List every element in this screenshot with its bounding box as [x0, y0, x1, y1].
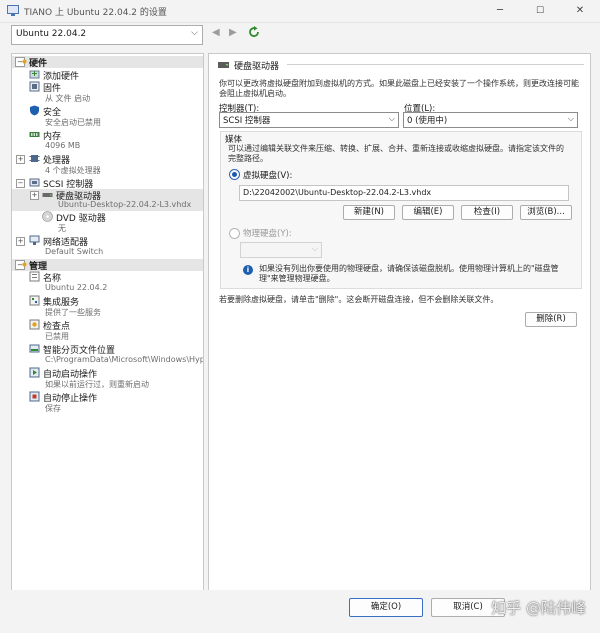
vhd-path-value: D:\22042002\Ubuntu-Desktop-22.04.2-L3.vh…	[243, 188, 432, 197]
collapse-icon[interactable]: −	[16, 179, 25, 188]
star-icon	[22, 59, 27, 64]
edit-button[interactable]: 编辑(E)	[402, 205, 454, 220]
name-icon	[29, 271, 40, 282]
section-management[interactable]: − 管理	[12, 259, 203, 272]
hyperv-app-icon	[7, 5, 19, 16]
tree-item-sub: C:\ProgramData\Microsoft\Windows\Hyper-V	[45, 355, 204, 364]
ok-button[interactable]: 确定(O)	[349, 598, 423, 617]
network-adapter-icon	[29, 235, 40, 245]
media-description: 可以通过编辑关联文件来压缩、转换、扩展、合并、重新连接或收缩虚拟硬盘。请指定该文…	[228, 144, 564, 163]
vhd-path-input[interactable]: D:\22042002\Ubuntu-Desktop-22.04.2-L3.vh…	[239, 185, 569, 201]
remove-button[interactable]: 删除(R)	[525, 312, 577, 327]
location-value: 0 (使用中)	[407, 116, 448, 126]
scsi-controller-icon	[29, 178, 40, 187]
tree-item-network[interactable]: + 网络适配器 Default Switch	[12, 235, 203, 259]
remove-note: 若要删除虚拟硬盘，请单击"删除"。这会断开磁盘连接，但不会删除关联文件。	[219, 295, 499, 304]
vm-selector[interactable]: Ubuntu 22.04.2 ⌵	[11, 25, 203, 45]
expand-icon[interactable]: +	[30, 191, 39, 200]
header-divider	[287, 64, 584, 65]
tree-item-sub: 从 文件 启动	[45, 94, 91, 103]
tree-item-sub: 已禁用	[45, 332, 69, 341]
refresh-icon[interactable]	[248, 26, 260, 38]
tree-item-integration[interactable]: 集成服务 提供了一些服务	[12, 295, 203, 319]
settings-tree: − 硬件 添加硬件 固件 从 文件 启动 安全 安全启动已禁用 内存 4096 …	[11, 53, 204, 591]
physical-disk-radio[interactable]	[229, 228, 240, 239]
auto-stop-icon	[29, 391, 40, 402]
tree-item-sub: 保存	[45, 404, 61, 413]
star-icon	[22, 262, 27, 267]
tree-item-sub: 无	[58, 224, 66, 233]
browse-button[interactable]: 浏览(B)...	[520, 205, 572, 220]
memory-icon	[29, 132, 40, 137]
radio-selected-dot	[232, 172, 237, 177]
vhd-label: 虚拟硬盘(V):	[243, 171, 293, 181]
expand-icon[interactable]: +	[16, 237, 25, 246]
tree-item-add-hardware[interactable]: 添加硬件	[12, 69, 203, 82]
forward-icon[interactable]: ▶	[229, 27, 237, 38]
tree-item-hard-drive[interactable]: + 硬盘驱动器 Ubuntu-Desktop-22.04.2-L3.vhdx	[12, 189, 203, 211]
watermark-text: 知乎 @陆伟峰	[491, 599, 586, 617]
tree-item-dvd[interactable]: DVD 驱动器 无	[12, 211, 203, 234]
tree-item-name[interactable]: 名称 Ubuntu 22.04.2	[12, 271, 203, 295]
chevron-down-icon: ⌵	[191, 28, 198, 38]
tree-item-checkpoints[interactable]: 检查点 已禁用	[12, 319, 203, 343]
inspect-button[interactable]: 检查(I)	[461, 205, 513, 220]
chevron-down-icon: ⌵	[388, 114, 395, 123]
tree-item-sub: 提供了一些服务	[45, 308, 101, 317]
auto-start-icon	[29, 367, 40, 378]
location-select[interactable]: 0 (使用中) ⌵	[403, 112, 578, 128]
tree-item-sub: 4096 MB	[45, 141, 81, 150]
dvd-icon	[42, 211, 53, 222]
physical-disk-select[interactable]: ⌵	[240, 242, 322, 258]
hard-drive-icon	[218, 62, 229, 68]
window-title: TIANO 上 Ubuntu 22.04.2 的设置	[24, 8, 167, 18]
tree-item-scsi[interactable]: − SCSI 控制器	[12, 177, 203, 190]
chevron-down-icon: ⌵	[311, 244, 318, 253]
integration-services-icon	[29, 295, 40, 306]
maximize-button[interactable]: ☐	[520, 0, 560, 22]
processor-icon	[29, 155, 40, 162]
tree-item-processor[interactable]: + 处理器 4 个虚拟处理器	[12, 153, 203, 177]
back-icon[interactable]: ◀	[212, 27, 220, 38]
tree-item-sub: 4 个虚拟处理器	[45, 166, 101, 175]
details-panel: 硬盘驱动器 你可以更改将虚拟硬盘附加到虚拟机的方式。如果此磁盘上已经安装了一个操…	[208, 53, 591, 591]
expand-icon[interactable]: +	[16, 155, 25, 164]
tree-item-security[interactable]: 安全 安全启动已禁用	[12, 105, 203, 129]
details-header: 硬盘驱动器	[234, 62, 280, 72]
tree-item-sub: Default Switch	[45, 247, 104, 256]
controller-select[interactable]: SCSI 控制器 ⌵	[219, 112, 399, 128]
tree-item-sub: 如果以前运行过，则重新启动	[45, 380, 149, 389]
minimize-button[interactable]: ─	[480, 0, 520, 22]
close-button[interactable]: ✕	[560, 0, 600, 22]
vhd-radio[interactable]	[229, 169, 240, 180]
add-hardware-icon	[29, 70, 40, 79]
shield-icon	[30, 105, 39, 116]
tree-item-smart-paging[interactable]: 智能分页文件位置 C:\ProgramData\Microsoft\Window…	[12, 343, 203, 367]
section-hardware[interactable]: − 硬件	[12, 56, 203, 69]
vm-selector-value: Ubuntu 22.04.2	[16, 29, 87, 39]
new-button[interactable]: 新建(N)	[343, 205, 395, 220]
tree-item-sub: Ubuntu-Desktop-22.04.2-L3.vhdx	[58, 200, 192, 209]
chevron-down-icon: ⌵	[567, 114, 574, 123]
title-bar: TIANO 上 Ubuntu 22.04.2 的设置 ─ ☐ ✕	[0, 0, 600, 23]
info-icon: i	[243, 265, 253, 275]
details-intro: 你可以更改将虚拟硬盘附加到虚拟机的方式。如果此磁盘上已经安装了一个操作系统，则更…	[219, 79, 579, 98]
firmware-icon	[29, 81, 40, 92]
controller-value: SCSI 控制器	[223, 116, 271, 126]
hard-drive-icon	[42, 193, 53, 197]
checkpoint-icon	[29, 319, 40, 330]
tree-item-firmware[interactable]: 固件 从 文件 启动	[12, 81, 203, 105]
tree-item-auto-stop[interactable]: 自动停止操作 保存	[12, 391, 203, 415]
tree-item-sub: Ubuntu 22.04.2	[45, 283, 108, 292]
section-hardware-label: 硬件	[29, 59, 48, 69]
physical-disk-label: 物理硬盘(Y):	[243, 229, 292, 239]
paging-file-icon	[29, 344, 40, 353]
tree-item-auto-start[interactable]: 自动启动操作 如果以前运行过，则重新启动	[12, 367, 203, 391]
physical-info-text: 如果没有列出你要使用的物理硬盘，请确保该磁盘脱机。使用物理计算机上的"磁盘管理"…	[259, 264, 559, 283]
tree-item-sub: 安全启动已禁用	[45, 118, 101, 127]
tree-item-memory[interactable]: 内存 4096 MB	[12, 129, 203, 153]
